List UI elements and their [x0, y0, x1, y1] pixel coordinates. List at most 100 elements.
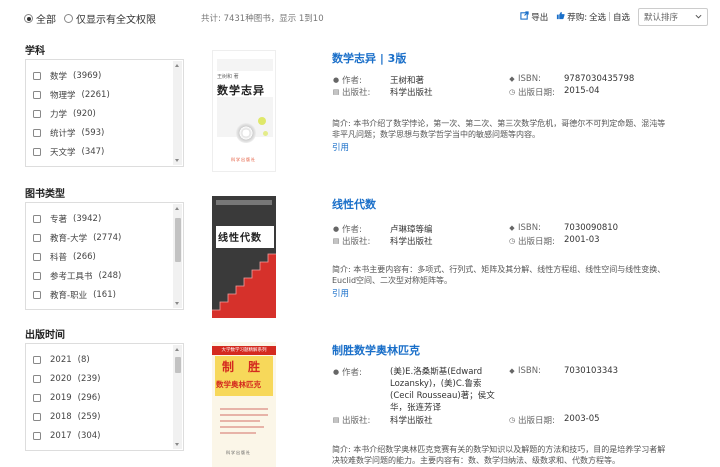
checkbox[interactable] — [33, 432, 41, 441]
facet-label: 天文学 — [50, 148, 76, 159]
sort-select[interactable]: 默认排序 — [638, 8, 708, 26]
facet-item[interactable]: 科普 (266) — [26, 247, 183, 266]
checkbox[interactable] — [33, 233, 41, 242]
checkbox[interactable] — [33, 252, 41, 261]
book-cover[interactable]: 线性代数 — [212, 196, 276, 318]
checkbox[interactable] — [33, 374, 41, 383]
facet-item[interactable]: 专著 (3942) — [26, 209, 183, 228]
checkbox[interactable] — [33, 291, 41, 300]
author-value: (美)E.洛桑斯基(Edward Lozansky)，(美)C.鲁索(Cecil… — [390, 367, 495, 413]
checkbox[interactable] — [33, 413, 41, 422]
facet-label: 2019 — [50, 392, 72, 403]
scroll-down-arrow[interactable] — [175, 443, 179, 446]
facet-count: (304) — [77, 431, 101, 442]
cover-disc — [236, 123, 256, 143]
clock-icon: ◷ — [508, 88, 516, 96]
facet-scrollbar[interactable] — [173, 61, 182, 165]
facet-item[interactable]: 天文学 (347) — [26, 143, 183, 162]
scroll-up-arrow[interactable] — [175, 207, 179, 210]
checkbox[interactable] — [33, 214, 41, 223]
summary-prefix: 简介: — [332, 119, 351, 128]
filter-all-radio[interactable]: 全部 — [24, 11, 56, 26]
facet-item[interactable]: 统计学 (593) — [26, 124, 183, 143]
cover-dot — [263, 131, 268, 136]
cite-link[interactable]: 引用 — [332, 141, 349, 153]
cover-line — [220, 432, 256, 434]
book-title-link[interactable]: 线性代数 — [332, 196, 376, 212]
isbn-label: ◆ ISBN: — [508, 366, 541, 376]
radio-dot-checked — [24, 14, 33, 23]
building-icon: ▤ — [332, 88, 340, 96]
checkbox[interactable] — [33, 109, 41, 118]
facet-item[interactable]: 2021 (8) — [26, 350, 183, 369]
building-icon: ▤ — [332, 237, 340, 245]
facet-title-booktype: 图书类型 — [25, 189, 65, 200]
book-summary: 简介: 本书介绍数学奥林匹克竞赛有关的数学知识以及解题的方法和技巧，目的是培养学… — [332, 444, 668, 466]
facet-item[interactable]: 教育-大学 (2774) — [26, 228, 183, 247]
facet-scrollbar[interactable] — [173, 345, 182, 449]
cover-publisher: 科学出版社 — [231, 157, 256, 162]
facet-item[interactable]: 2018 (259) — [26, 408, 183, 427]
facet-label: 科普 — [50, 252, 68, 263]
facet-count: (347) — [81, 147, 105, 158]
facet-label: 专著 — [50, 214, 68, 225]
facet-label: 力学 — [50, 109, 68, 120]
tag-icon: ◆ — [509, 75, 515, 83]
author-value: 王树和著 — [390, 76, 425, 86]
pubdate-value: 2003-05 — [564, 414, 600, 424]
pubdate-label-text: 出版日期: — [518, 88, 555, 98]
facet-subject-list: 数学 (3969) 物理学 (2261) 力学 (920) 统计学 (593) 天文学 (… — [25, 59, 184, 167]
facet-booktype-list: 专著 (3942) 教育-大学 (2774) 科普 (266) 参考工具书 (248) … — [25, 202, 184, 310]
scroll-thumb[interactable] — [174, 218, 181, 262]
facet-item[interactable]: 力学 (920) — [26, 104, 183, 123]
radio-dot — [64, 14, 73, 23]
export-button[interactable]: 导出 — [520, 11, 548, 23]
scroll-thumb[interactable] — [174, 357, 181, 373]
scroll-up-arrow[interactable] — [175, 64, 179, 67]
book-result: 线性代数 线性代数 ● 作者: 卢琳璋等编 ▤ 出版社: 科学出版社 ◆ ISBN: … — [210, 196, 710, 326]
checkbox[interactable] — [33, 272, 41, 281]
scroll-down-arrow[interactable] — [175, 302, 179, 305]
book-title-link[interactable]: 制胜数学奥林匹克 — [332, 342, 420, 358]
facet-count: (239) — [77, 373, 101, 384]
summary-prefix: 简介: — [332, 265, 351, 274]
facet-count: (3969) — [73, 70, 102, 81]
facet-item[interactable]: 2019 (296) — [26, 388, 183, 407]
cite-link[interactable]: 引用 — [332, 287, 349, 299]
select-self-link[interactable]: 自选 — [613, 11, 630, 23]
facet-item[interactable]: 2020 (239) — [26, 369, 183, 388]
select-all-link[interactable]: 全选 — [589, 11, 606, 23]
filter-fulltext-radio[interactable]: 仅显示有全文权限 — [64, 11, 156, 26]
checkbox[interactable] — [33, 148, 41, 157]
access-filter: 全部 仅显示有全文权限 — [24, 11, 156, 26]
pubdate-label: ◷ 出版日期: — [508, 86, 555, 98]
summary-prefix: 简介: — [332, 445, 351, 454]
checkbox[interactable] — [33, 71, 41, 80]
facet-item[interactable]: 数学 (3969) — [26, 66, 183, 85]
facet-item[interactable]: 2017 (304) — [26, 427, 183, 446]
facet-item[interactable]: 物理学 (2261) — [26, 85, 183, 104]
scroll-down-arrow[interactable] — [175, 159, 179, 162]
checkbox[interactable] — [33, 129, 41, 138]
scroll-up-arrow[interactable] — [175, 348, 179, 351]
book-title-link[interactable]: 数学志异 | 3版 — [332, 50, 406, 66]
checkbox[interactable] — [33, 90, 41, 99]
facet-item[interactable]: 参考工具书 (248) — [26, 267, 183, 286]
book-cover[interactable]: 大学数学习题精解系列 制 胜 数学奥林匹克 科学出版社 — [212, 342, 276, 467]
isbn-label: ◆ ISBN: — [508, 74, 541, 84]
pubdate-value: 2015-04 — [564, 86, 600, 96]
facet-label: 参考工具书 — [50, 272, 93, 283]
checkbox[interactable] — [33, 393, 41, 402]
facet-label: 物理学 — [50, 90, 76, 101]
checkbox[interactable] — [33, 355, 41, 364]
facet-scrollbar[interactable] — [173, 204, 182, 308]
filter-fulltext-label: 仅显示有全文权限 — [76, 15, 156, 26]
user-icon: ● — [332, 368, 340, 376]
publisher-label-text: 出版社: — [342, 88, 371, 98]
facet-count: (296) — [77, 392, 101, 403]
cover-band — [216, 200, 272, 205]
book-cover[interactable]: 王树和 著 数学志异 科学出版社 — [212, 50, 276, 172]
facet-item[interactable]: 教育-职业 (161) — [26, 286, 183, 305]
cover-line — [220, 408, 268, 410]
facet-count: (2774) — [93, 232, 122, 243]
